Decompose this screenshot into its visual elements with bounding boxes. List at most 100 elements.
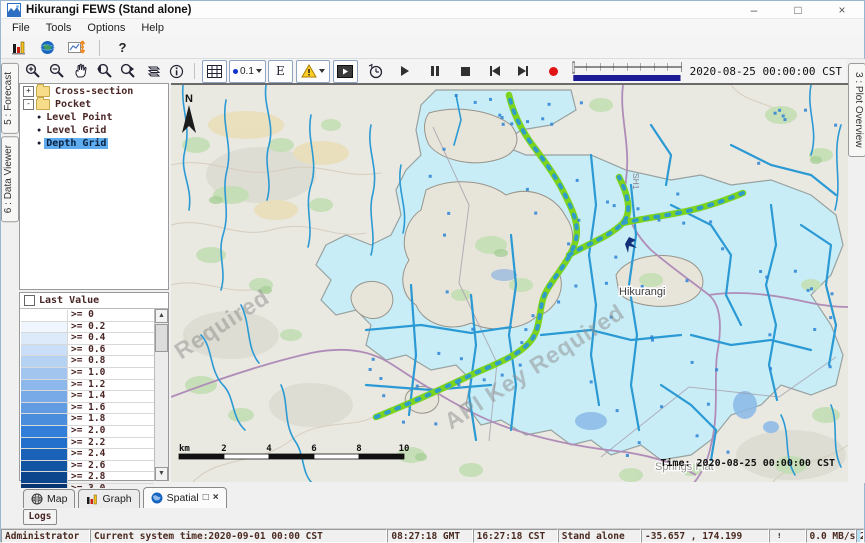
legend-swatch (21, 310, 68, 321)
zoom-out-icon[interactable] (45, 61, 68, 82)
tab-map[interactable]: Map (23, 489, 75, 508)
contour-interval-dropdown[interactable]: 0.1 (229, 60, 266, 83)
play-button[interactable] (394, 61, 417, 82)
legend-swatch (21, 368, 68, 379)
animation-clock-icon[interactable] (364, 61, 387, 82)
layer-tree-panel: + Cross-section - Pocket ● Level Point ●… (19, 83, 169, 290)
warnings-dropdown-button[interactable] (296, 60, 330, 83)
step-forward-button[interactable] (512, 61, 535, 82)
movie-player-button[interactable] (333, 60, 358, 83)
legend-swatch (21, 403, 68, 414)
database-chart-icon[interactable] (7, 37, 30, 58)
right-dock-strip: 3 : Plot Overview (848, 59, 865, 483)
toolbar-separator (99, 40, 100, 56)
folder-icon (36, 86, 50, 97)
menu-tools[interactable]: Tools (39, 21, 79, 35)
help-button[interactable]: ? (111, 37, 134, 58)
folder-icon (36, 99, 50, 110)
tree-item-level-grid[interactable]: ● Level Grid (23, 124, 168, 136)
scroll-down-icon[interactable]: ▼ (155, 467, 168, 481)
svg-text:2: 2 (221, 444, 226, 454)
window-title: Hikurangi FEWS (Stand alone) (26, 4, 191, 16)
status-memory[interactable]: 2.5 GB (856, 529, 864, 543)
tree-item-depth-grid[interactable]: ● Depth Grid (23, 137, 168, 149)
toolbar-separator (194, 63, 195, 79)
legend-swatch (21, 438, 68, 449)
svg-text:6: 6 (311, 444, 316, 454)
info-icon[interactable] (165, 61, 188, 82)
map-canvas[interactable]: API Key Required API Key Required Hikura… (171, 83, 848, 482)
zoom-in-icon[interactable] (21, 61, 44, 82)
stop-button[interactable] (454, 61, 477, 82)
tab-forecast[interactable]: 5 : Forecast (1, 63, 19, 134)
town-label: Hikurangi (619, 286, 665, 298)
legend-row: >= 1.0 (21, 368, 154, 380)
menu-options[interactable]: Options (80, 21, 132, 35)
legend-swatch (21, 356, 68, 367)
minimize-button[interactable]: – (732, 1, 776, 18)
layers-icon[interactable] (141, 61, 164, 82)
interval-dot-icon (233, 69, 238, 74)
status-bandwidth: 0.0 MB/s (806, 529, 856, 543)
tab-maximize-icon[interactable]: □ (203, 493, 209, 503)
tree-item-pocket[interactable]: - Pocket (23, 98, 168, 110)
legend-swatch (21, 380, 68, 391)
last-value-checkbox[interactable] (24, 295, 35, 306)
main-toolbar: ? (1, 37, 864, 59)
tab-graph[interactable]: Graph (78, 489, 139, 508)
tab-spatial[interactable]: Spatial □ × (143, 487, 227, 508)
tree-item-level-point[interactable]: ● Level Point (23, 111, 168, 123)
scroll-up-icon[interactable]: ▲ (155, 309, 168, 323)
status-system-time: Current system time:2020-09-01 00:00 CST (90, 529, 387, 543)
legend-swatch (21, 322, 68, 333)
step-back-button[interactable] (484, 61, 507, 82)
collapse-toggle-icon[interactable]: - (23, 99, 34, 110)
tab-data-viewer[interactable]: 6 : Data Viewer (1, 136, 19, 222)
labels-button[interactable]: E (268, 60, 293, 83)
zoom-next-icon[interactable] (117, 61, 140, 82)
tree-item-cross-section[interactable]: + Cross-section (23, 85, 168, 97)
menu-help[interactable]: Help (134, 21, 171, 35)
record-button[interactable] (542, 61, 565, 82)
legend-row: >= 0 (21, 310, 154, 322)
legend-scrollbar[interactable]: ▲ ▼ (154, 309, 168, 481)
menu-file[interactable]: File (5, 21, 37, 35)
wireframe-globe-icon (31, 493, 43, 505)
menu-bar: File Tools Options Help (1, 19, 864, 37)
expand-toggle-icon[interactable]: + (23, 86, 34, 97)
time-slider[interactable] (572, 60, 683, 82)
legend-row: >= 1.4 (21, 391, 154, 403)
status-warning[interactable] (769, 529, 806, 543)
bullet-icon: ● (37, 114, 41, 121)
map-time-overlay: Time: 2020-08-25 00:00:00 CST (660, 457, 835, 469)
globe-icon (151, 492, 163, 504)
svg-text:N: N (185, 93, 193, 105)
maximize-button[interactable]: □ (776, 1, 820, 18)
scrollbar-thumb[interactable] (155, 324, 168, 352)
legend-swatch (21, 414, 68, 425)
legend-rows: >= 0 >= 0.2 >= 0.4 >= 0.6 >= 0.8 >= 1.0 … (21, 310, 154, 480)
time-slider-thumb (573, 62, 575, 73)
legend-swatch (21, 345, 68, 356)
svg-text:8: 8 (356, 444, 361, 454)
grid-display-button[interactable] (202, 60, 227, 83)
zoom-previous-icon[interactable] (93, 61, 116, 82)
pan-hand-icon[interactable] (69, 61, 92, 82)
tab-close-icon[interactable]: × (213, 493, 219, 503)
logs-button[interactable]: Logs (23, 509, 57, 525)
legend-swatch (21, 426, 68, 437)
legend-title: Last Value (39, 295, 99, 306)
globe-icon[interactable] (36, 37, 59, 58)
bullet-icon: ● (37, 140, 41, 147)
pause-button[interactable] (424, 61, 447, 82)
time-range-bar (573, 75, 680, 81)
legend-swatch (21, 391, 68, 402)
timeseries-dialog-icon[interactable] (65, 37, 88, 58)
bar-chart-icon (86, 493, 98, 505)
svg-text:km: km (179, 444, 190, 454)
tab-plot-overview[interactable]: 3 : Plot Overview (848, 63, 865, 157)
close-button[interactable]: × (820, 1, 864, 18)
status-coordinates: -35.657 , 174.199 (641, 529, 769, 543)
chevron-down-icon (256, 69, 262, 73)
legend-panel: Last Value >= 0 >= 0.2 >= 0.4 >= 0.6 >= … (19, 292, 169, 481)
